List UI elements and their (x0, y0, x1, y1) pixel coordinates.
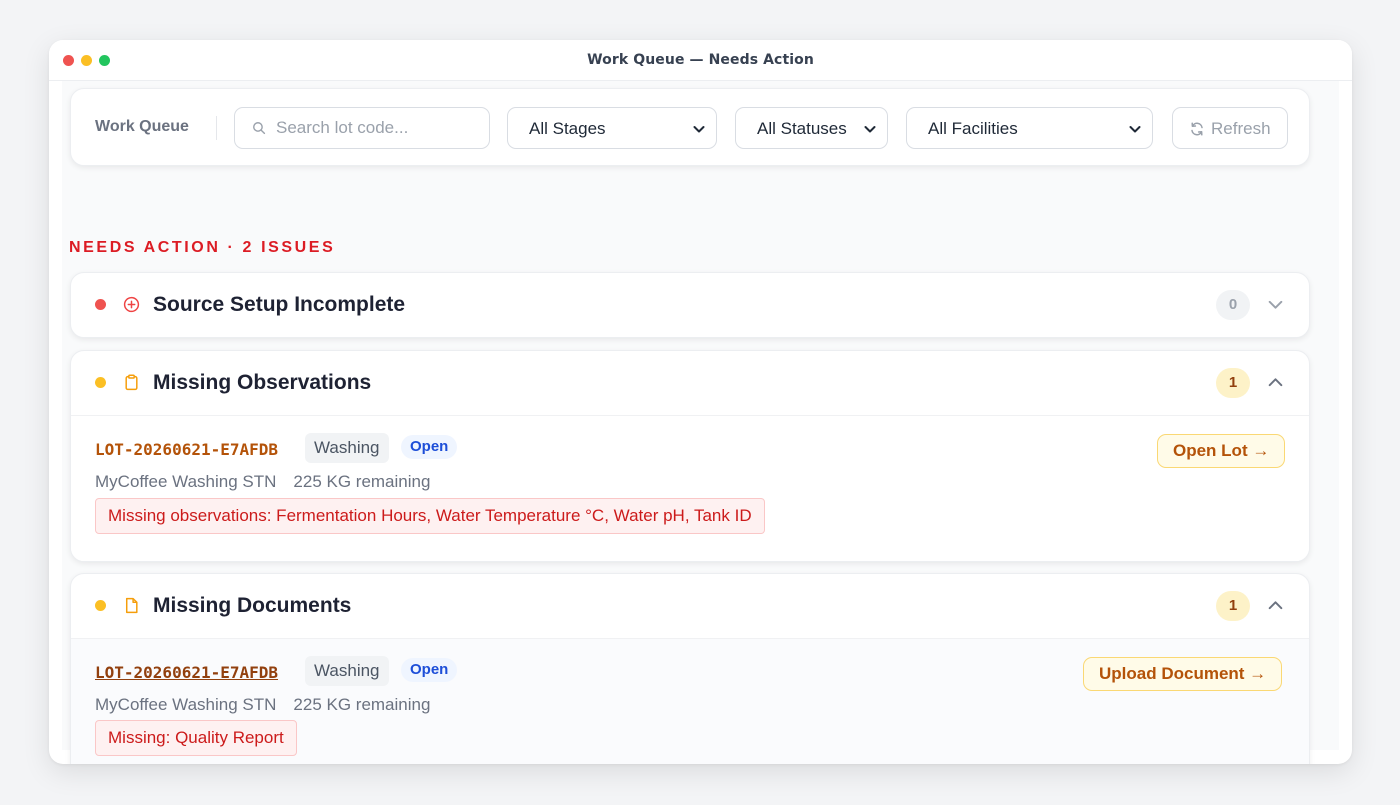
status-pill: Open (401, 435, 458, 459)
count-badge: 1 (1216, 591, 1250, 621)
facility-name: MyCoffee Washing STN (95, 695, 277, 714)
chevron-down-icon (864, 126, 876, 133)
clipboard-icon (125, 374, 138, 391)
upload-document-button[interactable]: Upload Document → (1083, 657, 1283, 691)
chevron-down-icon[interactable] (1267, 296, 1284, 313)
missing-issue-box: Missing observations: Fermentation Hours… (95, 498, 765, 534)
issue-group-missing-observations: Missing Observations 1 LOT-20260621-E7AF… (70, 350, 1310, 562)
lot-meta: MyCoffee Washing STN 225 KG remaining (95, 472, 430, 492)
status-dot (95, 299, 106, 310)
refresh-button[interactable]: Refresh (1172, 107, 1288, 149)
lot-item: LOT-20260621-E7AFDB Washing Open MyCoffe… (71, 415, 1309, 561)
status-dot (95, 377, 106, 388)
main-content: Work Queue All Stages All Statuses (62, 81, 1339, 764)
search-input[interactable] (276, 108, 481, 148)
count-badge: 0 (1216, 290, 1250, 320)
group-title: Missing Observations (153, 371, 372, 394)
window-title: Work Queue — Needs Action (587, 52, 814, 68)
status-filter-select[interactable]: All Statuses (735, 107, 888, 149)
chevron-up-icon[interactable] (1267, 597, 1284, 614)
open-lot-button[interactable]: Open Lot → (1157, 434, 1286, 468)
search-box[interactable] (234, 107, 490, 149)
chevron-up-icon[interactable] (1267, 374, 1284, 391)
title-bar: Work Queue — Needs Action (49, 40, 1352, 81)
status-pill: Open (401, 658, 458, 682)
lot-code[interactable]: LOT-20260621-E7AFDB (95, 440, 278, 459)
search-icon (253, 122, 266, 135)
toolbar-title: Work Queue (95, 118, 189, 135)
lot-item: LOT-20260621-E7AFDB Washing Open MyCoffe… (71, 638, 1309, 764)
group-title: Missing Documents (153, 594, 352, 617)
issue-group-source-setup: Source Setup Incomplete 0 (70, 272, 1310, 338)
issue-group-missing-documents: Missing Documents 1 LOT-20260621-E7AFDB … (70, 573, 1310, 764)
group-header[interactable]: Source Setup Incomplete 0 (71, 273, 1309, 337)
needs-action-heading: NEEDS ACTION · 2 ISSUES (69, 239, 336, 256)
chevron-down-icon (693, 126, 705, 133)
count-badge: 1 (1216, 368, 1250, 398)
refresh-label: Refresh (1211, 119, 1271, 138)
chevron-down-icon (1129, 126, 1141, 133)
lot-code-link[interactable]: LOT-20260621-E7AFDB (95, 663, 278, 682)
group-title: Source Setup Incomplete (153, 293, 406, 316)
stage-pill: Washing (305, 656, 389, 686)
toolbar-divider (216, 116, 217, 140)
plus-circle-icon (123, 296, 140, 313)
facility-filter-select[interactable]: All Facilities (906, 107, 1153, 149)
facility-name: MyCoffee Washing STN (95, 472, 277, 491)
stage-filter-select[interactable]: All Stages (507, 107, 717, 149)
facility-filter-value: All Facilities (928, 119, 1018, 138)
filter-toolbar: Work Queue All Stages All Statuses (70, 88, 1310, 166)
remaining-qty: 225 KG remaining (293, 695, 431, 714)
document-icon (125, 597, 138, 614)
status-filter-value: All Statuses (757, 119, 847, 138)
stage-pill: Washing (305, 433, 389, 463)
refresh-icon (1191, 122, 1203, 136)
lot-meta: MyCoffee Washing STN 225 KG remaining (95, 695, 430, 715)
stage-filter-value: All Stages (529, 119, 606, 138)
group-header[interactable]: Missing Documents 1 (71, 574, 1309, 638)
app-window: Work Queue — Needs Action Work Queue All… (49, 40, 1352, 764)
remaining-qty: 225 KG remaining (293, 472, 431, 491)
missing-issue-box: Missing: Quality Report (95, 720, 297, 756)
group-header[interactable]: Missing Observations 1 (71, 351, 1309, 415)
status-dot (95, 600, 106, 611)
